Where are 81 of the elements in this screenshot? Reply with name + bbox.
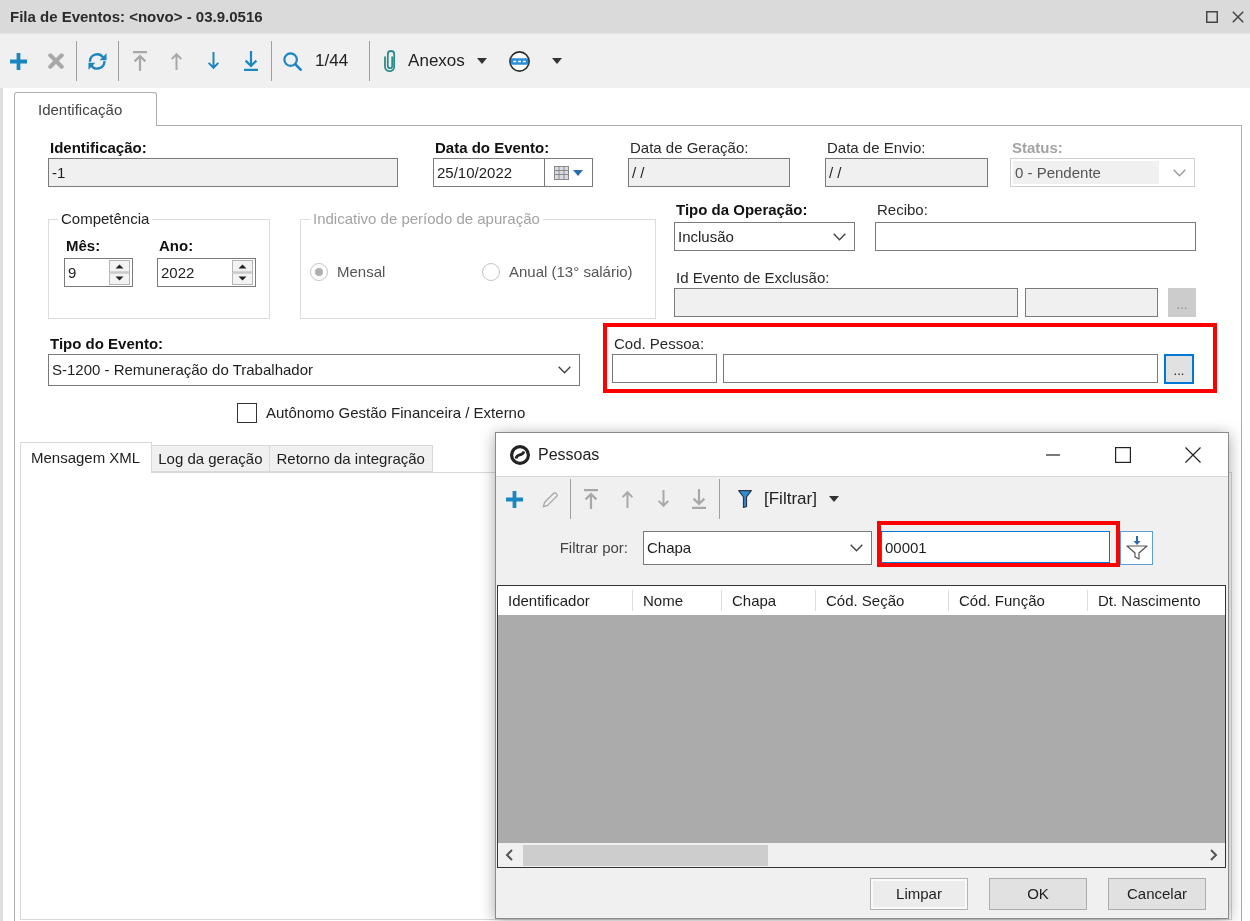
dialog-title: Pessoas (538, 444, 600, 465)
caret-icon[interactable] (551, 58, 562, 64)
plus-icon[interactable] (10, 52, 27, 70)
field-label: Mês: (65, 236, 101, 256)
group-label: Indicativo de período de apuração (312, 210, 541, 228)
column-header[interactable]: Cód. Função (949, 590, 1088, 611)
date-field[interactable]: / / (825, 158, 988, 187)
checkbox[interactable] (237, 403, 257, 423)
arrow-down-icon[interactable] (207, 52, 220, 70)
maximize-icon[interactable] (1206, 10, 1218, 23)
field-label: Id Evento de Exclusão: (675, 268, 830, 288)
chevron-right-icon[interactable] (1210, 849, 1218, 861)
window-title: Fila de Eventos: <novo> - 03.9.0516 (10, 7, 263, 26)
column-header[interactable]: Nome (633, 590, 722, 611)
chevron-down-icon[interactable] (558, 366, 571, 374)
field-label: Recibo: (876, 200, 928, 220)
text-field[interactable] (612, 354, 717, 383)
text-field[interactable] (875, 222, 1196, 251)
field-label: Tipo do Evento: (49, 334, 164, 354)
chevron-down-icon[interactable] (850, 544, 863, 552)
text-field[interactable] (674, 288, 1018, 317)
field-label: Status: (1011, 138, 1063, 158)
attachments-dropdown[interactable]: Anexos (372, 41, 493, 81)
close-icon[interactable] (1185, 446, 1201, 463)
dialog-button[interactable]: Cancelar (1108, 878, 1206, 910)
caret-icon[interactable] (573, 169, 583, 176)
chevron-left-icon[interactable] (505, 849, 513, 861)
refresh-icon[interactable] (88, 52, 107, 70)
field-label: Data de Envio: (826, 138, 926, 158)
minimize-icon[interactable] (1046, 453, 1060, 456)
field-label: Data do Evento: (434, 138, 550, 158)
funnel-icon[interactable] (738, 490, 752, 508)
horizontal-scrollbar[interactable] (498, 843, 1225, 867)
calendar-button[interactable] (544, 158, 593, 187)
plus-icon[interactable] (505, 490, 523, 508)
dialog-button[interactable]: Limpar (870, 878, 968, 910)
caret-icon[interactable] (828, 496, 839, 502)
web-icon[interactable] (508, 50, 530, 72)
checkbox-label: Autônomo Gestão Financeira / Externo (266, 404, 526, 422)
field-label: Ano: (158, 236, 194, 256)
maximize-icon[interactable] (1115, 446, 1131, 463)
tab[interactable]: Log da geração (152, 445, 271, 472)
tab[interactable]: Identificação (14, 92, 157, 126)
column-header[interactable]: Dt. Nascimento (1088, 590, 1225, 611)
close-icon[interactable] (1232, 10, 1244, 23)
ellipsis-button[interactable]: ... (1164, 354, 1194, 384)
spin-arrows-icon[interactable] (232, 260, 253, 285)
circle-logo-icon (510, 444, 530, 465)
field-label: Tipo da Operação: (675, 200, 808, 220)
select-field[interactable]: Chapa (643, 531, 872, 565)
paperclip-icon[interactable] (384, 50, 397, 72)
radio-label: Anual (13° salário) (509, 263, 633, 281)
select-field[interactable]: S-1200 - Remuneração do Trabalhador (48, 354, 580, 386)
radio-label: Mensal (337, 263, 386, 281)
select-field[interactable]: Inclusão (674, 222, 855, 251)
record-counter: 1/44 (314, 50, 350, 72)
tab[interactable]: Mensagem XML (20, 442, 153, 473)
filter-dropdown[interactable]: [Filtrar] (722, 479, 845, 519)
date-field[interactable]: 25/10/2022 (433, 158, 545, 187)
field-label: Data de Geração: (629, 138, 749, 158)
calendar-icon[interactable] (554, 165, 569, 180)
dialog-button[interactable]: OK (989, 878, 1087, 910)
date-field[interactable]: / / (628, 158, 790, 187)
group-label: Competência (60, 210, 151, 228)
column-header[interactable]: Identificador (498, 590, 633, 611)
scrollbar-thumb[interactable] (523, 844, 768, 866)
tab[interactable]: Retorno da integração (270, 445, 433, 472)
field-label: Identificação: (49, 138, 147, 158)
arrow-to-bottom-icon[interactable] (243, 51, 258, 71)
text-field[interactable] (1025, 288, 1158, 317)
column-header[interactable]: Chapa (722, 590, 816, 611)
search-icon[interactable] (283, 51, 302, 71)
column-header[interactable]: Cód. Seção (816, 590, 949, 611)
field-label: Cod. Pessoa: (613, 334, 705, 354)
field-label: Filtrar por: (559, 538, 628, 558)
spin-arrows-icon[interactable] (109, 260, 130, 285)
filter-value-field[interactable]: 00001 (881, 531, 1110, 563)
chevron-down-icon[interactable] (833, 232, 846, 241)
text-field[interactable] (723, 354, 1158, 383)
text-field[interactable]: -1 (48, 158, 398, 187)
caret-icon[interactable] (476, 58, 487, 64)
